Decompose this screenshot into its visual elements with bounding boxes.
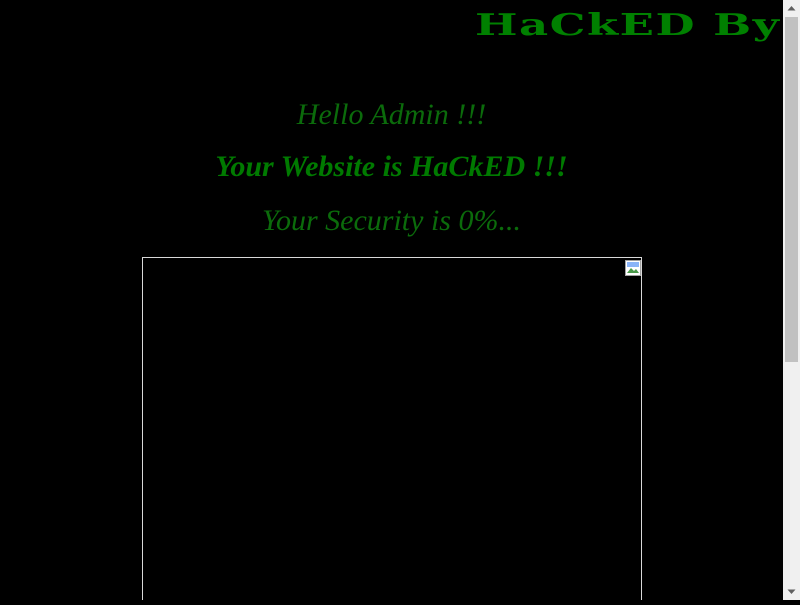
scrollbar-thumb[interactable] (785, 17, 798, 362)
triangle-down-icon[interactable] (783, 583, 800, 600)
vertical-scrollbar[interactable] (783, 0, 800, 600)
broken-image-icon (625, 260, 641, 276)
greeting-text: Hello Admin !!! (296, 98, 487, 131)
security-message: Your Security is 0%... (262, 204, 521, 237)
embedded-image-frame (142, 257, 642, 600)
hacked-message: Your Website is HaCkED !!! (215, 150, 568, 183)
scrolling-banner-title: HaCkED By (475, 8, 781, 43)
page-viewport: HaCkED By Hello Admin !!! Your Website i… (0, 0, 783, 600)
triangle-up-icon[interactable] (783, 0, 800, 17)
